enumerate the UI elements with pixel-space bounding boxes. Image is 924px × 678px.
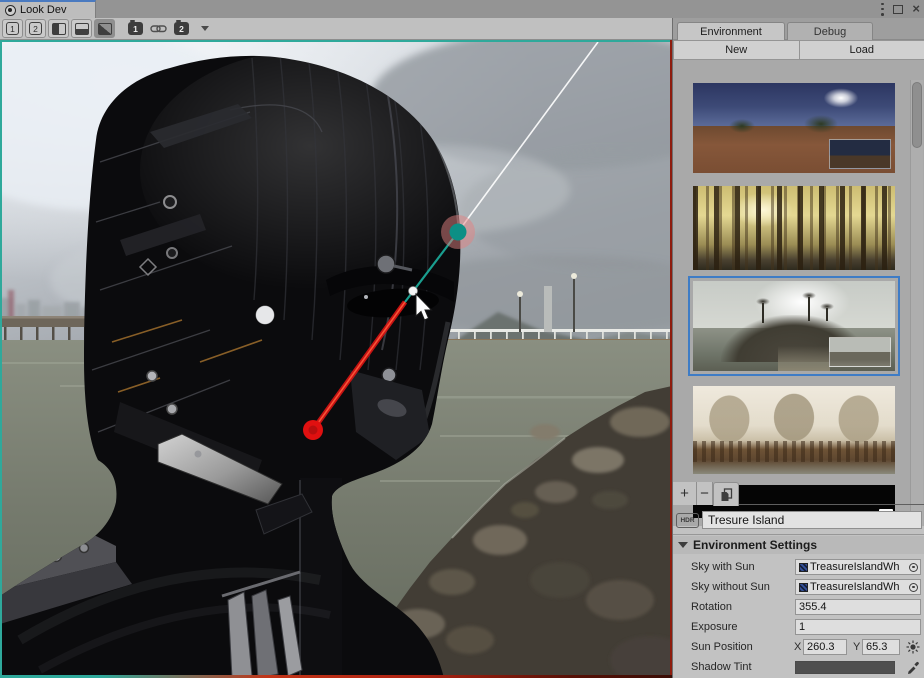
load-button[interactable]: Load	[800, 40, 924, 60]
kebab-menu-icon[interactable]	[881, 3, 884, 16]
new-button[interactable]: New	[673, 40, 800, 60]
environment-list-toolbar: + −	[673, 482, 924, 505]
camera-dropdown-button[interactable]	[194, 19, 215, 38]
single-view-2-button[interactable]: 2	[25, 19, 46, 38]
row-exposure: Exposure 1	[673, 618, 924, 636]
object-picker-icon[interactable]	[909, 563, 918, 572]
view1-frame-left	[0, 40, 2, 678]
sky-with-sun-object-field[interactable]: TreasureIslandWh	[795, 559, 921, 575]
single-view-1-button[interactable]: 1	[2, 19, 23, 38]
environment-thumbnail-forest[interactable]	[693, 186, 895, 270]
chevron-down-icon	[201, 26, 209, 31]
row-sky-with-sun: Sky with Sun TreasureIslandWh	[673, 558, 924, 576]
remove-environment-button[interactable]: −	[697, 482, 713, 505]
view1-handle[interactable]	[450, 224, 467, 241]
split-vertical-button[interactable]	[48, 19, 69, 38]
link-icon	[150, 23, 167, 34]
texture-icon	[799, 583, 808, 592]
eye-icon	[5, 5, 16, 16]
link-cameras-button[interactable]	[148, 19, 169, 38]
exposure-field[interactable]: 1	[795, 619, 921, 635]
single-view-2-icon: 2	[29, 22, 42, 35]
library-actions: New Load	[673, 40, 924, 60]
split-diagonal-icon	[98, 23, 112, 35]
sky-without-sun-object-field[interactable]: TreasureIslandWh	[795, 579, 921, 595]
hdr-badge: HDR	[676, 513, 699, 528]
shadow-inset-thumbnail	[829, 139, 891, 169]
environment-name-row: HDR Tresure Island	[673, 509, 924, 531]
environment-thumbnail-treasure-island[interactable]	[693, 281, 895, 371]
x-axis-label: X	[794, 641, 801, 653]
sun-icon	[906, 640, 920, 654]
add-environment-button[interactable]: +	[673, 482, 697, 505]
view2-frame-right	[670, 40, 672, 678]
environment-name-field[interactable]: Tresure Island	[702, 511, 922, 529]
row-sun-position: Sun Position X 260.3 Y 65.3	[673, 638, 924, 656]
eyedropper-icon	[906, 660, 920, 674]
tab-debug[interactable]: Debug	[787, 22, 873, 40]
environment-thumbnail-church-interior[interactable]	[693, 386, 895, 474]
shadow-inset-thumbnail	[829, 337, 891, 367]
y-axis-label: Y	[853, 641, 860, 653]
foldout-arrow-icon	[678, 542, 688, 548]
sun-position-y-field[interactable]: 65.3	[862, 639, 900, 655]
scrollbar-thumb[interactable]	[912, 82, 922, 148]
tab-environment[interactable]: Environment	[677, 22, 785, 40]
panel-tab-strip: Environment Debug	[673, 18, 924, 40]
row-sky-without-sun: Sky without Sun TreasureIslandWh	[673, 578, 924, 596]
camera-2-button[interactable]: 2	[171, 19, 192, 38]
camera-2-icon: 2	[174, 22, 189, 35]
rotation-field[interactable]: 355.4	[795, 599, 921, 615]
split-vertical-icon	[52, 23, 66, 35]
object-picker-icon[interactable]	[909, 583, 918, 592]
split-horizontal-icon	[75, 23, 89, 35]
shadow-tint-swatch[interactable]	[795, 661, 895, 674]
close-icon[interactable]: ×	[912, 4, 920, 14]
lookdev-viewport[interactable]	[0, 40, 672, 678]
environment-list	[673, 60, 924, 526]
sun-picker-button[interactable]	[906, 640, 920, 659]
lookdev-toolbar: 1 2 1 2	[0, 18, 672, 40]
row-rotation: Rotation 355.4	[673, 598, 924, 616]
texture-icon	[799, 563, 808, 572]
lookdev-window: Look Dev × 1 2 1	[0, 0, 924, 678]
lookdev-side-panel: Environment Debug New Load	[672, 18, 924, 678]
environment-list-scrollbar[interactable]	[910, 80, 923, 526]
maximize-icon[interactable]	[893, 5, 903, 14]
camera-1-button[interactable]: 1	[125, 19, 146, 38]
duplicate-environment-button[interactable]	[713, 482, 739, 506]
environment-thumbnail-desert-sky[interactable]	[693, 83, 895, 173]
split-diagonal-button[interactable]	[94, 19, 115, 38]
divider	[673, 534, 924, 535]
row-shadow-tint: Shadow Tint	[673, 658, 924, 676]
window-tab-lookdev[interactable]: Look Dev	[0, 0, 96, 18]
camera-1-icon: 1	[128, 22, 143, 35]
environment-settings-header[interactable]: Environment Settings	[673, 536, 924, 554]
split-horizontal-button[interactable]	[71, 19, 92, 38]
sun-position-x-field[interactable]: 260.3	[803, 639, 847, 655]
window-title: Look Dev	[20, 4, 66, 16]
view1-frame-top	[0, 40, 672, 42]
title-bar: Look Dev ×	[0, 0, 924, 18]
eyedropper-button[interactable]	[906, 660, 920, 678]
single-view-1-icon: 1	[6, 22, 19, 35]
render-scene	[0, 40, 672, 678]
duplicate-icon	[720, 488, 733, 502]
